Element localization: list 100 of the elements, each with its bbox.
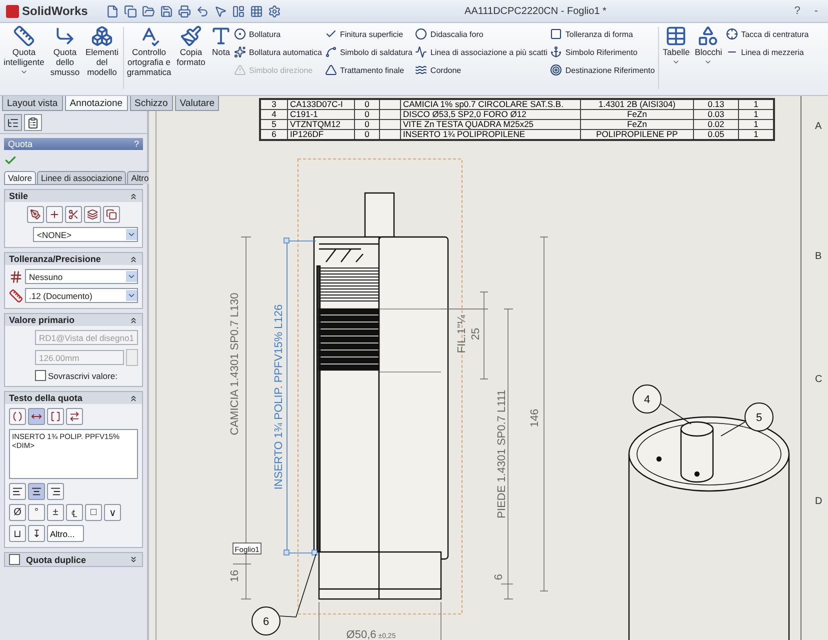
ribbon-button[interactable]: Trattamento finale [324,64,412,76]
ribbon-button[interactable]: Destinazione Riferimento [550,64,655,76]
symbol-button[interactable]: ∨ [104,504,121,521]
symbol-button[interactable]: ↧ [28,525,45,542]
symbol-button[interactable]: ± [47,504,64,521]
expand-icon[interactable] [129,555,138,564]
group-title: Tolleranza/Precisione [9,254,101,264]
balloon[interactable]: 5 [720,402,774,436]
panel-tab[interactable]: Valore [4,171,36,184]
wave-lines-icon [415,64,428,76]
group-title: Stile [9,191,28,201]
ribbon-button[interactable]: Controllo ortografia e grammatica [127,25,171,77]
layout-icon[interactable] [232,4,245,18]
help-button[interactable]: ? [790,5,804,17]
ribbon-button[interactable]: Bollatura [234,28,322,40]
align-button[interactable] [28,483,45,500]
dimension-text[interactable]: PIEDE 1.4301 SP0.7 L111 [496,390,508,518]
command-tab[interactable]: Annotazione [64,96,128,111]
dimension-text[interactable]: 25 [470,328,482,340]
command-tab[interactable]: Schizzo [130,96,173,111]
copy-icon[interactable] [124,4,137,18]
symbol-button[interactable]: ⊔ [9,525,26,542]
format-button[interactable] [66,408,83,425]
dimension-text[interactable]: 6 [493,574,505,580]
table-cell: FeZn [580,120,694,130]
table-cell: CA133D07C-I [288,99,354,110]
panel-title: Quota [8,139,33,149]
command-tab[interactable]: Valutare [174,96,220,111]
collapse-icon[interactable] [129,316,138,324]
options-icon[interactable] [268,4,281,18]
symbol-button[interactable]: ° [28,504,45,521]
undo-icon[interactable] [196,4,209,18]
ribbon-button[interactable]: Finitura superficie [324,28,412,40]
format-button[interactable] [47,408,64,425]
format-button[interactable] [9,408,26,425]
ribbon-button[interactable]: Blocchi [694,25,724,66]
align-button[interactable] [9,483,26,500]
ribbon-button[interactable]: Quota dello smusso [49,25,81,77]
precision-select[interactable]: .12 (Documento) [25,288,138,303]
style-select[interactable]: <NONE> [33,227,138,242]
command-tab[interactable]: Layout vista [2,96,63,111]
table-cell: 0 [354,99,380,110]
ribbon-button[interactable]: Simbolo di saldatura [324,46,412,58]
table-cell: 0.13 [694,99,738,110]
check-mark-icon [324,28,337,40]
symbol-button[interactable]: ℄ [66,504,83,521]
table-cell: 0 [354,110,380,120]
tree-list-icon [7,116,19,128]
open-folder-icon[interactable] [142,4,155,18]
style-button[interactable] [84,206,101,223]
align-button[interactable] [47,483,64,500]
ribbon-button[interactable]: Tolleranza di forma [550,28,655,40]
dimension-text[interactable]: 146 [529,408,541,428]
save-icon[interactable] [160,4,173,18]
collapse-icon[interactable] [129,394,138,402]
style-button[interactable] [27,206,44,223]
collapse-icon[interactable] [129,254,138,264]
panel-tab[interactable]: Linee di associazione [36,171,126,184]
ribbon-button[interactable]: Cordone [415,64,548,76]
dimension-text[interactable]: FIL.1"¼ [456,314,468,354]
collapse-icon[interactable] [129,192,138,200]
ribbon-button[interactable]: Tacca di centratura [726,28,809,40]
dimension-text[interactable]: 16 [229,570,241,582]
symbol-button[interactable]: □ [85,504,102,521]
ribbon-button[interactable]: Bollatura automatica [234,46,322,58]
more-button[interactable]: Altro... [47,525,84,542]
ribbon-button[interactable]: Copia formato [174,25,208,67]
balloon[interactable]: 4 [632,384,692,424]
ribbon-button[interactable]: Elementi del modello [84,25,120,77]
ribbon-button[interactable]: Tabelle [662,25,691,66]
manager-tab[interactable] [4,114,22,131]
tolerance-select[interactable]: Nessuno [25,269,138,284]
ribbon-button[interactable]: Linea di mezzeria [726,46,809,58]
style-button[interactable] [65,206,82,223]
dimension-text[interactable]: CAMICIA 1.4301 SP0.7 L130 [229,292,241,436]
style-button[interactable] [46,206,63,223]
clipboard-icon [27,116,39,128]
ribbon-button[interactable]: Simbolo Riferimento [550,46,655,58]
table-cell: CAMICIA 1% sp0.7 CIRCOLARE SAT.S.B. [400,99,580,110]
override-checkbox[interactable] [35,370,46,381]
format-button[interactable] [28,408,45,425]
table-cell: 5 [260,120,288,130]
style-button[interactable] [103,206,120,223]
precision-icon [9,288,23,302]
manager-tab[interactable] [24,114,42,131]
grid-icon[interactable] [250,4,263,18]
balloon[interactable]: 6 [252,554,316,636]
symbol-button[interactable]: Ø [9,504,26,521]
ribbon-button[interactable]: Quota intelligente [2,25,46,76]
print-icon[interactable] [178,4,191,18]
new-file-icon[interactable] [106,4,119,18]
dual-dimension-checkbox[interactable] [9,554,20,565]
select-pointer-icon[interactable] [214,4,227,18]
minimize-button[interactable]: - [810,5,822,17]
ribbon-button[interactable]: Didascalia foro [415,28,548,40]
table-cell: VTZNTQM12 [288,120,354,130]
ribbon-button[interactable]: Linea di associazione a più scatti [415,46,548,58]
logo-icon [6,4,19,18]
ribbon-button[interactable]: Nota [211,25,231,57]
style-icon [106,209,117,220]
